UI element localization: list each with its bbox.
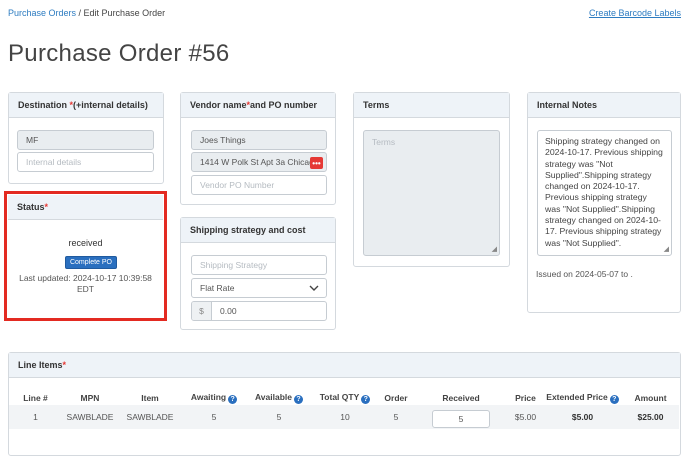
column-header-order: Order: [384, 393, 408, 403]
shipping-card: Shipping strategy and cost Shipping Stra…: [180, 217, 336, 330]
internal-notes-card: Internal Notes Shipping strategy changed…: [527, 92, 681, 313]
cell-mpn: SAWBLADE: [62, 405, 118, 429]
cell-extended-price: $5.00: [543, 405, 622, 429]
issued-text: Issued on 2024-05-07 to .: [536, 269, 633, 279]
internal-notes-textarea[interactable]: Shipping strategy changed on 2024-10-17.…: [537, 130, 672, 256]
help-circle-icon[interactable]: ?: [609, 395, 619, 404]
cell-item: SAWBLADE: [118, 405, 182, 429]
currency-addon: $: [192, 302, 212, 320]
table-row: 1 SAWBLADE SAWBLADE 5 5 10 5 $5.00 $5.00…: [9, 405, 679, 429]
page-title: Purchase Order #56: [8, 40, 230, 67]
resize-handle-icon[interactable]: ◢: [664, 245, 669, 253]
status-card-header: Status *: [8, 195, 163, 220]
received-quantity-input[interactable]: [432, 409, 490, 428]
column-header-line: Line #: [23, 393, 48, 403]
internal-notes-label: Internal Notes: [537, 100, 598, 110]
breadcrumb: Purchase Orders / Edit Purchase Order: [8, 8, 165, 18]
create-barcode-labels-link[interactable]: Create Barcode Labels: [589, 8, 681, 18]
internal-notes-card-header: Internal Notes: [528, 93, 680, 118]
breadcrumb-purchase-orders-link[interactable]: Purchase Orders: [8, 8, 76, 18]
terms-label: Terms: [363, 100, 390, 110]
cell-available: 5: [246, 405, 312, 429]
terms-card: Terms Terms ◢: [353, 92, 510, 267]
cell-awaiting: 5: [182, 405, 246, 429]
column-header-mpn: MPN: [80, 393, 100, 403]
internal-notes-text: Shipping strategy changed on 2024-10-17.…: [545, 136, 663, 248]
chevron-down-icon: [309, 285, 319, 291]
shipping-strategy-input[interactable]: Shipping Strategy: [191, 255, 327, 275]
shipping-label: Shipping strategy and cost: [190, 225, 306, 235]
breadcrumb-current: Edit Purchase Order: [83, 8, 166, 18]
shipping-cost-input[interactable]: $ 0.00: [191, 301, 327, 321]
line-items-header-row: Line # MPN Item Awaiting? Available? Tot…: [9, 391, 679, 405]
status-label: Status: [17, 202, 45, 212]
column-header-awaiting: Awaiting?: [182, 391, 246, 405]
vendor-label: Vendor name: [190, 100, 247, 110]
status-card: Status * received Complete PO Last update…: [8, 195, 163, 317]
column-header-available: Available?: [246, 391, 312, 405]
resize-handle-icon[interactable]: ◢: [492, 245, 497, 253]
destination-label-suffix: (+internal details): [73, 100, 148, 110]
vendor-name-field[interactable]: Joes Things: [191, 130, 327, 150]
vendor-card: Vendor name * and PO number Joes Things 1…: [180, 92, 336, 205]
destination-label: Destination: [18, 100, 68, 110]
vendor-card-header: Vendor name * and PO number: [181, 93, 335, 118]
vendor-po-number-input[interactable]: Vendor PO Number: [191, 175, 327, 195]
cell-total-qty: 10: [312, 405, 378, 429]
cell-amount: $25.00: [622, 405, 679, 429]
line-items-card-header: Line Items *: [9, 353, 680, 378]
terms-textarea[interactable]: Terms ◢: [363, 130, 500, 256]
line-items-label: Line Items: [18, 360, 63, 370]
ellipsis-icon[interactable]: •••: [310, 157, 323, 169]
vendor-label-suffix: and PO number: [250, 100, 318, 110]
help-circle-icon[interactable]: ?: [361, 395, 371, 404]
column-header-amount: Amount: [634, 393, 667, 403]
shipping-card-header: Shipping strategy and cost: [181, 218, 335, 243]
shipping-method-select[interactable]: Flat Rate: [191, 278, 327, 298]
column-header-received: Received: [442, 393, 480, 403]
destination-field[interactable]: MF: [17, 130, 154, 150]
column-header-total-qty: Total QTY?: [312, 391, 378, 405]
column-header-price: Price: [515, 393, 536, 403]
terms-card-header: Terms: [354, 93, 509, 118]
last-updated-text: Last updated: 2024-10-17 10:39:58 EDT: [19, 273, 152, 294]
help-circle-icon[interactable]: ?: [294, 395, 303, 404]
cell-received: [414, 405, 508, 429]
internal-details-input[interactable]: Internal details: [17, 152, 154, 172]
column-header-extended-price: Extended Price?: [543, 391, 622, 405]
complete-po-button[interactable]: Complete PO: [65, 256, 117, 269]
required-mark: *: [62, 360, 67, 370]
destination-card-header: Destination * (+internal details): [9, 93, 163, 118]
required-mark: *: [44, 202, 49, 212]
vendor-address-field[interactable]: 1414 W Polk St Apt 3a Chicago •••: [191, 152, 327, 172]
status-highlight-box: Status * received Complete PO Last update…: [4, 191, 167, 321]
line-items-table: Line # MPN Item Awaiting? Available? Tot…: [9, 391, 679, 429]
column-header-item: Item: [141, 393, 159, 403]
breadcrumb-separator: /: [76, 8, 84, 18]
cell-line: 1: [9, 405, 62, 429]
cell-price: $5.00: [508, 405, 543, 429]
help-circle-icon[interactable]: ?: [228, 395, 238, 404]
destination-card: Destination * (+internal details) MF Int…: [8, 92, 164, 184]
cell-order: 5: [378, 405, 414, 429]
status-value: received: [68, 238, 103, 248]
